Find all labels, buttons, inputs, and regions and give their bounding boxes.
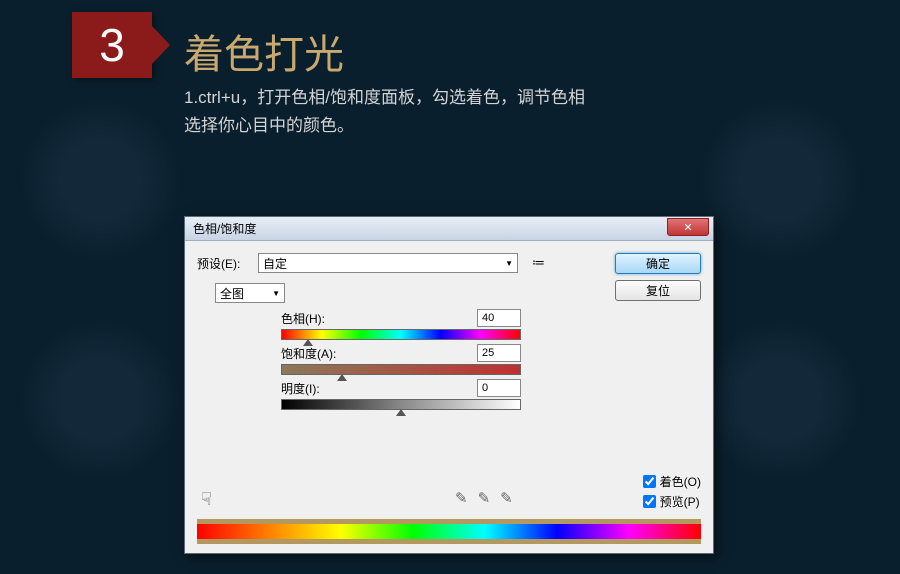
saturation-thumb[interactable] <box>337 374 347 381</box>
preset-select[interactable]: 自定 ▼ <box>258 253 518 273</box>
hue-track[interactable] <box>281 329 521 340</box>
saturation-label: 饱和度(A): <box>281 345 336 362</box>
colorize-checkbox-row[interactable]: 着色(O) <box>643 473 701 490</box>
eyedropper-subtract-icon[interactable]: ✎ <box>500 489 513 507</box>
lightness-slider-row: 明度(I): 0 <box>281 379 521 410</box>
step-number-badge: 3 <box>72 12 152 78</box>
eyedropper-group: ✎ ✎ ✎ <box>455 489 513 507</box>
hue-slider-row: 色相(H): 40 <box>281 309 521 340</box>
master-select[interactable]: 全图 ▼ <box>215 283 285 303</box>
dialog-body: 确定 复位 预设(E): 自定 ▼ ≔ 全图 ▼ 色相(H): <box>185 241 713 553</box>
hue-input[interactable]: 40 <box>477 309 521 327</box>
lightness-label: 明度(I): <box>281 380 320 397</box>
hue-thumb[interactable] <box>303 339 313 346</box>
preset-value: 自定 <box>263 255 287 272</box>
master-value: 全图 <box>220 285 244 302</box>
saturation-slider-row: 饱和度(A): 25 <box>281 344 521 375</box>
checkbox-group: 着色(O) 预览(P) <box>643 473 701 510</box>
ok-button[interactable]: 确定 <box>615 253 701 274</box>
preview-label: 预览(P) <box>660 493 700 510</box>
step-title: 着色打光 <box>184 22 344 80</box>
button-column: 确定 复位 <box>615 253 701 301</box>
chevron-down-icon: ▼ <box>272 289 280 298</box>
step-number: 3 <box>99 18 125 72</box>
dialog-title: 色相/饱和度 <box>193 220 256 237</box>
dialog-titlebar[interactable]: 色相/饱和度 ✕ <box>185 217 713 241</box>
hue-label: 色相(H): <box>281 310 325 327</box>
reset-button[interactable]: 复位 <box>615 280 701 301</box>
hue-saturation-dialog: 色相/饱和度 ✕ 确定 复位 预设(E): 自定 ▼ ≔ 全图 ▼ <box>184 216 714 554</box>
step-description: 1.ctrl+u，打开色相/饱和度面板，勾选着色，调节色相 选择你心目中的颜色。 <box>184 84 585 140</box>
desc-line-2: 选择你心目中的颜色。 <box>184 112 585 140</box>
colorize-label: 着色(O) <box>660 473 701 490</box>
preview-checkbox-row[interactable]: 预览(P) <box>643 493 701 510</box>
desc-line-1: 1.ctrl+u，打开色相/饱和度面板，勾选着色，调节色相 <box>184 84 585 112</box>
saturation-track[interactable] <box>281 364 521 375</box>
colorize-checkbox[interactable] <box>643 475 656 488</box>
preset-menu-icon[interactable]: ≔ <box>532 255 545 271</box>
close-button[interactable]: ✕ <box>667 218 709 236</box>
preset-label: 预设(E): <box>197 255 252 272</box>
lightness-thumb[interactable] <box>396 409 406 416</box>
sliders-group: 色相(H): 40 饱和度(A): 25 <box>281 309 521 410</box>
preview-checkbox[interactable] <box>643 495 656 508</box>
lightness-track[interactable] <box>281 399 521 410</box>
eyedropper-add-icon[interactable]: ✎ <box>478 489 491 507</box>
close-icon: ✕ <box>683 221 692 234</box>
hand-tool-icon[interactable]: ☟ <box>201 489 212 510</box>
saturation-input[interactable]: 25 <box>477 344 521 362</box>
chevron-down-icon: ▼ <box>505 259 513 268</box>
eyedropper-icon[interactable]: ✎ <box>455 489 468 507</box>
spectrum-bar <box>197 519 701 544</box>
lightness-input[interactable]: 0 <box>477 379 521 397</box>
